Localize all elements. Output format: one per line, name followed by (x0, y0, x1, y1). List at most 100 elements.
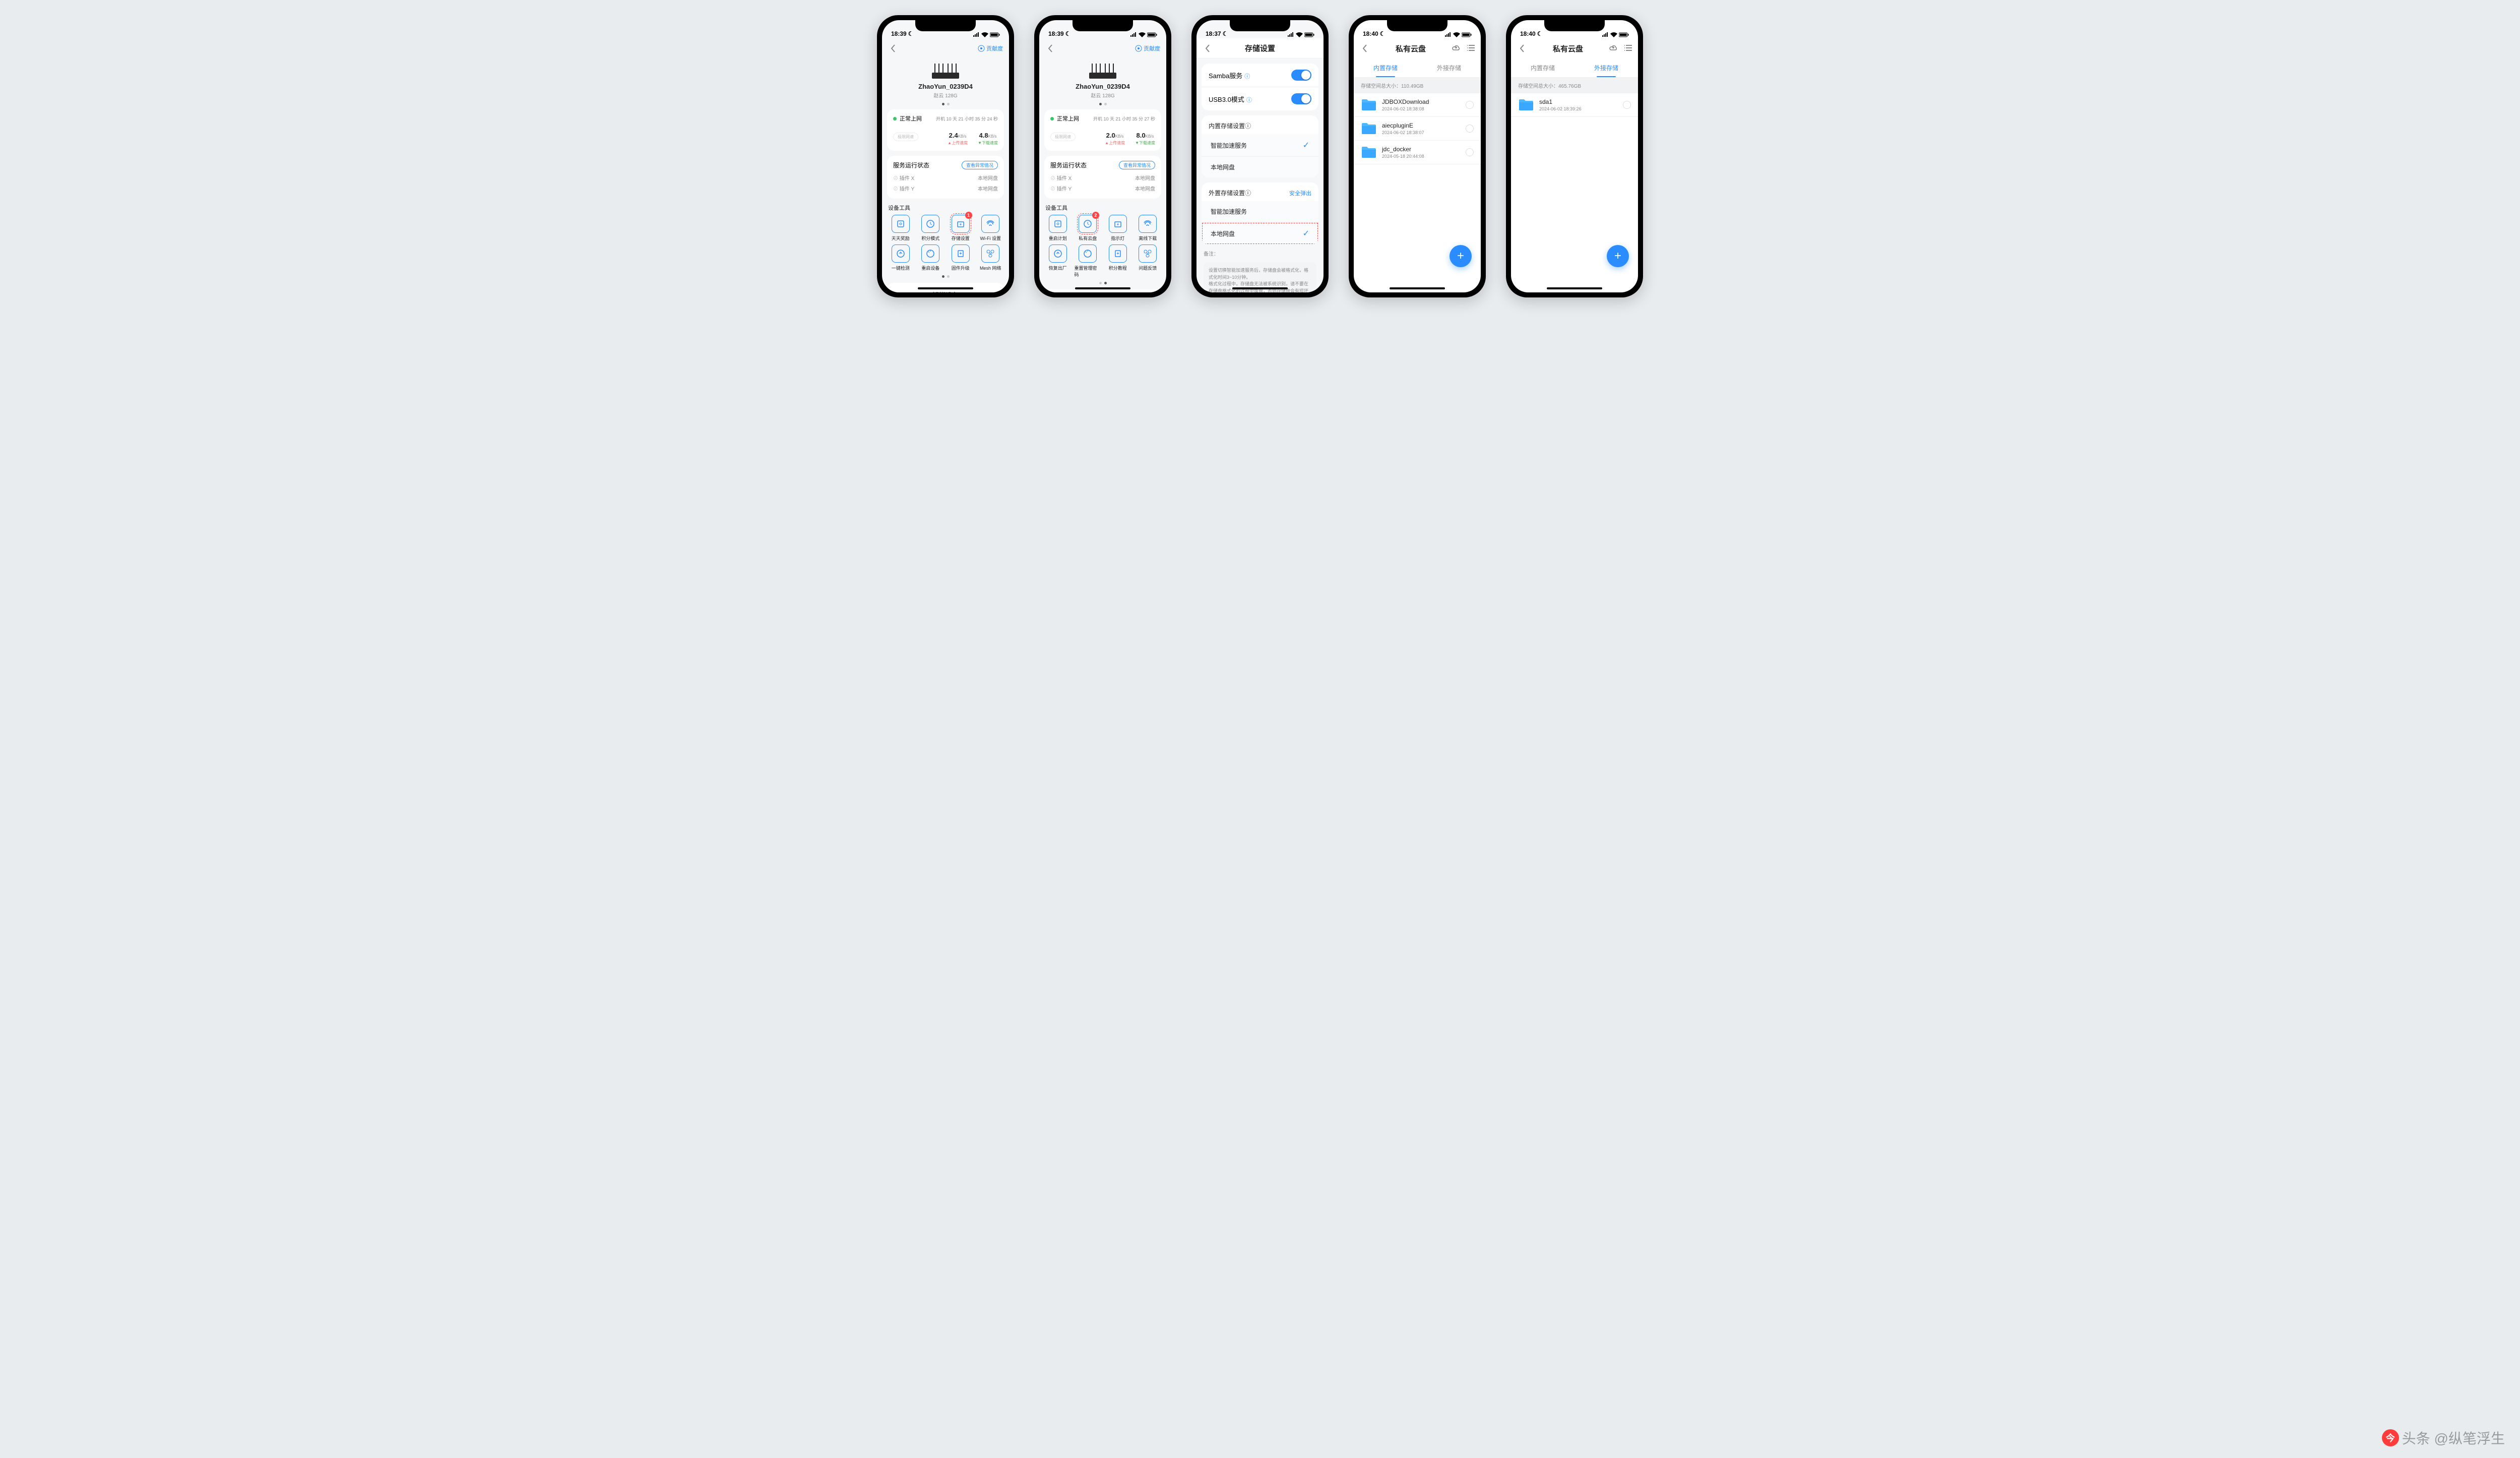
tool-积分模式[interactable]: 积分模式 (917, 215, 944, 241)
online-indicator (893, 117, 897, 120)
tool-重启设备[interactable]: 重启设备 (917, 245, 944, 271)
usb-toggle-row[interactable]: USB3.0模式ⓘ (1202, 87, 1318, 110)
back-button[interactable] (1045, 43, 1055, 53)
annotation-badge: 1 (965, 212, 972, 219)
tools-dots (887, 275, 1004, 278)
service-row: 插件 Y本地网盘 (893, 183, 998, 194)
storage-size: 存储空间总大小：110.49GB (1354, 78, 1481, 93)
tool-icon (921, 245, 939, 263)
tool-Mesh 网络[interactable]: Mesh 网络 (977, 245, 1004, 271)
tool-Wi-Fi 设置[interactable]: Wi-Fi 设置 (977, 215, 1004, 241)
select-radio[interactable] (1466, 148, 1474, 156)
storage-tabs: 内置存储 外接存储 (1354, 58, 1481, 78)
select-radio[interactable] (1466, 101, 1474, 109)
phone-3: 18:37☾ 存储设置 Samba服务ⓘ USB3.0模式ⓘ 内置存储设置ⓘ 智… (1191, 15, 1329, 297)
phone-5: 18:40☾ 私有云盘 内置存储 外接存储 存储空间总大小：465.76GB s… (1506, 15, 1643, 297)
back-button[interactable] (888, 43, 898, 53)
abnormal-button[interactable]: 查看异常情况 (962, 161, 998, 169)
notch (915, 20, 976, 31)
cloud-icon[interactable] (1452, 44, 1461, 53)
download-speed: 4.8KB/s▼下载速度 (978, 132, 998, 146)
file-item[interactable]: sda12024-06-02 18:39:26 (1511, 93, 1638, 117)
tool-icon (1079, 245, 1097, 263)
tab-internal[interactable]: 内置存储 (1511, 58, 1574, 77)
status-time: 18:39 (891, 30, 907, 37)
option-accel-ext[interactable]: 智能加速服务 (1202, 201, 1318, 222)
tool-icon (921, 215, 939, 233)
add-fab[interactable]: + (1450, 245, 1472, 267)
uptime: 开机 10 天 21 小时 35 分 24 秒 (936, 115, 998, 122)
select-radio[interactable] (1623, 101, 1631, 109)
tool-离线下载[interactable]: 离线下载 (1135, 215, 1162, 241)
toggle-switch[interactable] (1291, 70, 1311, 81)
menu-icon[interactable] (1467, 44, 1475, 53)
tab-external[interactable]: 外接存储 (1574, 58, 1638, 77)
select-radio[interactable] (1466, 125, 1474, 133)
samba-toggle-row[interactable]: Samba服务ⓘ (1202, 64, 1318, 87)
info-icon[interactable]: ⓘ (1244, 74, 1250, 80)
contribution-link[interactable]: 贡献度 (978, 44, 1003, 52)
folder-icon (1361, 122, 1377, 135)
page-title: 存储设置 (1245, 43, 1275, 53)
tab-internal[interactable]: 内置存储 (1354, 58, 1417, 77)
router-name: ZhaoYun_0239D4 (887, 83, 1004, 90)
folder-icon (1361, 98, 1377, 111)
moon-icon: ☾ (908, 30, 914, 37)
menu-icon[interactable] (1624, 44, 1632, 53)
header: 私有云盘 (1511, 38, 1638, 58)
service-row: 插件 X本地网盘 (893, 172, 998, 183)
file-item[interactable]: JDBOXDownload2024-06-02 18:38:08 (1354, 93, 1481, 117)
tool-一键检测[interactable]: 一键检测 (887, 245, 914, 271)
router-model: 赵云 128G (887, 91, 1004, 99)
info-icon[interactable]: ⓘ (1246, 97, 1252, 103)
status-time: 18:39 (1048, 30, 1064, 37)
back-button[interactable] (1517, 43, 1527, 53)
tool-重置管理密码[interactable]: 重置管理密码 (1075, 245, 1102, 278)
tool-指示灯[interactable]: 指示灯 (1104, 215, 1131, 241)
limit-button[interactable]: 极限网速 (893, 133, 918, 141)
file-item[interactable]: jdc_docker2024-05-18 20:44:08 (1354, 141, 1481, 164)
phone-4: 18:40☾ 私有云盘 内置存储 外接存储 存储空间总大小：110.49GB J… (1349, 15, 1486, 297)
tool-私有云盘[interactable]: 私有云盘2 (1075, 215, 1102, 241)
folder-icon (1361, 146, 1377, 159)
header: 贡献度 (1039, 38, 1166, 58)
tool-icon (981, 215, 999, 233)
tool-grid: 天天奖励积分模式存储设置1Wi-Fi 设置一键检测重启设备固件升级Mesh 网络 (887, 215, 1004, 271)
contribution-link[interactable]: 贡献度 (1135, 44, 1160, 52)
eject-button[interactable]: 安全弹出 (1289, 189, 1311, 197)
toggle-switch[interactable] (1291, 93, 1311, 104)
tool-积分教程[interactable]: 积分教程 (1104, 245, 1131, 278)
option-local-ext[interactable]: 本地网盘✓ (1202, 222, 1318, 245)
phone-1: 18:39☾ 贡献度 ZhaoYun_0239D4 赵云 128G 正常上网 (877, 15, 1014, 297)
cloud-icon[interactable] (1609, 44, 1618, 53)
external-storage-title: 外置存储设置ⓘ安全弹出 (1202, 183, 1318, 201)
add-fab[interactable]: + (1607, 245, 1629, 267)
annotation-badge: 2 (1092, 212, 1099, 219)
tool-icon (952, 245, 970, 263)
option-local[interactable]: 本地网盘 (1202, 157, 1318, 177)
option-accel[interactable]: 智能加速服务✓ (1202, 134, 1318, 157)
folder-icon (1518, 98, 1534, 111)
tool-icon (1109, 245, 1127, 263)
tab-external[interactable]: 外接存储 (1417, 58, 1481, 77)
back-button[interactable] (1203, 43, 1213, 53)
upload-speed: 2.4KB/s▲上传速度 (948, 132, 968, 146)
status-card: 正常上网 开机 10 天 21 小时 35 分 24 秒 极限网速 2.4KB/… (887, 109, 1004, 151)
tool-icon (892, 245, 910, 263)
tool-重启计划[interactable]: 重启计划 (1044, 215, 1072, 241)
back-button[interactable] (1360, 43, 1370, 53)
tool-问题反馈[interactable]: 问题反馈 (1135, 245, 1162, 278)
file-item[interactable]: aiecpluginE2024-06-02 18:38:07 (1354, 117, 1481, 141)
tool-恢复出厂[interactable]: 恢复出厂 (1044, 245, 1072, 278)
tool-icon (1139, 215, 1157, 233)
header: 私有云盘 (1354, 38, 1481, 58)
tool-固件升级[interactable]: 固件升级 (947, 245, 974, 271)
check-icon: ✓ (1303, 140, 1309, 150)
service-title: 服务运行状态 (893, 161, 929, 169)
tool-icon (1049, 215, 1067, 233)
tool-icon (1109, 215, 1127, 233)
service-card: 服务运行状态 查看异常情况 插件 X本地网盘 插件 Y本地网盘 (887, 156, 1004, 199)
status-icons (973, 32, 1000, 37)
tool-天天奖励[interactable]: 天天奖励 (887, 215, 914, 241)
tool-存储设置[interactable]: 存储设置1 (947, 215, 974, 241)
